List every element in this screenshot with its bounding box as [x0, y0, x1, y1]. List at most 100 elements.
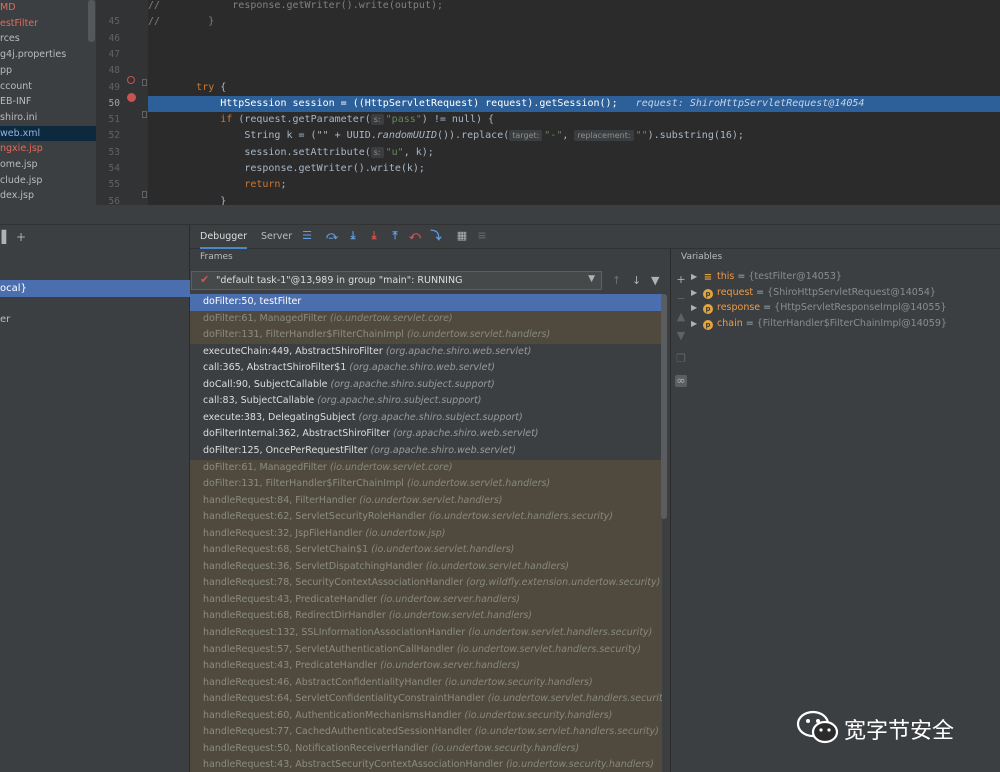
- stack-frame[interactable]: handleRequest:46, AbstractConfidentialit…: [190, 674, 662, 692]
- drop-frame-icon[interactable]: ⤺: [408, 229, 422, 243]
- fold-marker-icon[interactable]: [142, 79, 147, 86]
- fold-marker-icon[interactable]: [142, 191, 147, 198]
- code-line[interactable]: session.setAttribute(s: "u", k);: [148, 145, 1000, 161]
- layout-icon[interactable]: ☰: [300, 229, 314, 243]
- service-item[interactable]: er: [0, 314, 10, 325]
- stack-frame[interactable]: doFilter:131, FilterHandler$FilterChainI…: [190, 476, 662, 493]
- step-into-icon[interactable]: ⤓: [346, 229, 360, 243]
- code-line[interactable]: // response.getWriter().write(output);: [148, 0, 1000, 14]
- stack-frame[interactable]: handleRequest:57, ServletAuthenticationC…: [190, 641, 662, 659]
- add-icon[interactable]: +: [16, 230, 26, 244]
- project-tree-item[interactable]: estFilter: [0, 16, 38, 31]
- stack-frame[interactable]: handleRequest:84, FilterHandler (io.unde…: [190, 492, 662, 510]
- stack-frame[interactable]: handleRequest:64, ServletConfidentiality…: [190, 691, 662, 708]
- project-tree-item[interactable]: g4j.properties: [0, 47, 66, 62]
- stack-frame[interactable]: doCall:90, SubjectCallable (org.apache.s…: [190, 376, 662, 394]
- project-tree-item[interactable]: shiro.ini: [0, 110, 37, 125]
- code-line[interactable]: try {: [148, 80, 1000, 96]
- arrow-up-icon[interactable]: ↑: [612, 274, 621, 287]
- code-line[interactable]: }: [148, 194, 1000, 205]
- code-line-current[interactable]: HttpSession session = ((HttpServletReque…: [148, 95, 1000, 112]
- expand-arrow-icon[interactable]: ▶: [691, 285, 703, 301]
- code-line[interactable]: [148, 47, 1000, 63]
- stack-frame[interactable]: doFilter:50, testFilter: [190, 294, 662, 311]
- step-over-icon[interactable]: ⤼: [325, 229, 339, 243]
- project-tree-item[interactable]: dex.jsp: [0, 188, 34, 203]
- expand-arrow-icon[interactable]: ▶: [691, 300, 703, 316]
- stack-frame[interactable]: doFilter:61, ManagedFilter (io.undertow.…: [190, 459, 662, 476]
- expand-arrow-icon[interactable]: ▶: [691, 269, 703, 285]
- code-line[interactable]: [148, 63, 1000, 79]
- stack-frame[interactable]: handleRequest:43, PredicateHandler (io.u…: [190, 658, 662, 675]
- copy-icon[interactable]: ❐: [675, 353, 687, 365]
- stack-frame[interactable]: handleRequest:32, JspFileHandler (io.und…: [190, 525, 662, 543]
- code-line[interactable]: String k = ("" + UUID.randomUUID()).repl…: [148, 128, 1000, 144]
- stack-frame[interactable]: doFilterInternal:362, AbstractShiroFilte…: [190, 426, 662, 443]
- stack-frame[interactable]: executeChain:449, AbstractShiroFilter (o…: [190, 343, 662, 361]
- project-tree-item[interactable]: pp: [0, 63, 12, 78]
- stack-frame[interactable]: handleRequest:50, NotificationReceiverHa…: [190, 740, 662, 758]
- tool-window-divider[interactable]: [0, 205, 1000, 225]
- code-line[interactable]: if (request.getParameter(s: "pass") != nu…: [148, 112, 1000, 128]
- tab-debugger[interactable]: Debugger: [200, 225, 248, 249]
- show-watches-icon[interactable]: ∞: [675, 375, 687, 387]
- force-step-into-icon[interactable]: ⤓: [367, 229, 381, 243]
- code-line[interactable]: response.getWriter().write(k);: [148, 161, 1000, 177]
- expand-arrow-icon[interactable]: ▶: [691, 316, 703, 332]
- stack-frame[interactable]: handleRequest:43, PredicateHandler (io.u…: [190, 591, 662, 609]
- move-up-icon[interactable]: ▲: [675, 311, 687, 323]
- stack-frame[interactable]: doFilter:125, OncePerRequestFilter (org.…: [190, 442, 662, 460]
- frame-package: (io.undertow.servlet.handlers.security): [456, 643, 641, 655]
- service-item-selected[interactable]: ocal}: [0, 280, 190, 297]
- project-tree-item[interactable]: web.xml: [0, 125, 96, 141]
- run-to-cursor-icon[interactable]: ⤵: [429, 229, 443, 243]
- filter-icon[interactable]: ▼: [651, 274, 659, 287]
- project-tree-scrollbar[interactable]: [88, 0, 95, 42]
- thread-dropdown[interactable]: ✔ "default task-1"@13,989 in group "main…: [191, 271, 602, 290]
- stack-frame[interactable]: handleRequest:132, SSLInformationAssocia…: [190, 625, 662, 642]
- code-line[interactable]: // }: [148, 14, 1000, 30]
- variable-row[interactable]: ▶ ≡ this = {testFilter@14053}: [691, 269, 842, 285]
- remove-watch-icon[interactable]: −: [675, 293, 687, 305]
- variable-row[interactable]: ▶ p response = {HttpServletResponseImpl@14…: [691, 300, 947, 316]
- stack-frame[interactable]: doFilter:131, FilterHandler$FilterChainI…: [190, 327, 662, 344]
- frame-method: doFilter:50, testFilter: [203, 296, 302, 307]
- stack-frame[interactable]: execute:383, DelegatingSubject (org.apac…: [190, 409, 662, 427]
- fold-marker-icon[interactable]: [142, 111, 147, 118]
- move-down-icon[interactable]: ▼: [675, 330, 687, 342]
- project-tree-item[interactable]: MD: [0, 0, 16, 15]
- active-breakpoint-icon[interactable]: [127, 93, 136, 102]
- trace-icon[interactable]: ≡: [475, 229, 489, 243]
- stack-frame[interactable]: handleRequest:68, ServletChain$1 (io.und…: [190, 542, 662, 559]
- code-text: response.getWriter().write(k);: [148, 163, 425, 174]
- variable-row[interactable]: ▶ p chain = {FilterHandler$FilterChainImpl…: [691, 316, 947, 332]
- add-watch-icon[interactable]: +: [675, 274, 687, 286]
- tab-server[interactable]: Server: [261, 225, 292, 249]
- stack-frame[interactable]: handleRequest:78, SecurityContextAssocia…: [190, 575, 662, 592]
- stack-frame[interactable]: handleRequest:43, AbstractSecurityContex…: [190, 757, 662, 772]
- evaluate-expression-icon[interactable]: ▦: [455, 229, 469, 243]
- stack-frame[interactable]: handleRequest:62, ServletSecurityRoleHan…: [190, 509, 662, 526]
- stack-frame[interactable]: doFilter:61, ManagedFilter (io.undertow.…: [190, 310, 662, 328]
- code-line[interactable]: [148, 31, 1000, 47]
- stack-frame[interactable]: handleRequest:36, ServletDispatchingHand…: [190, 558, 662, 576]
- project-tree-item[interactable]: ccount: [0, 79, 32, 94]
- project-tree-item[interactable]: ome.jsp: [0, 157, 38, 172]
- frames-scrollbar[interactable]: [661, 294, 667, 519]
- project-tree-item[interactable]: EB-INF: [0, 94, 31, 109]
- stack-frame[interactable]: call:365, AbstractShiroFilter$1 (org.apa…: [190, 360, 662, 377]
- stack-frame[interactable]: call:83, SubjectCallable (org.apache.shi…: [190, 393, 662, 410]
- stack-frame[interactable]: handleRequest:68, RedirectDirHandler (io…: [190, 608, 662, 625]
- arrow-down-icon[interactable]: ↓: [632, 274, 641, 287]
- code-line[interactable]: return;: [148, 177, 1000, 193]
- project-tree-item[interactable]: clude.jsp: [0, 173, 42, 188]
- project-tree-item[interactable]: ngxie.jsp: [0, 141, 43, 156]
- project-tree-item[interactable]: rces: [0, 31, 20, 46]
- stack-frame[interactable]: handleRequest:60, AuthenticationMechanis…: [190, 707, 662, 725]
- collapse-icon[interactable]: ▐: [0, 230, 6, 244]
- breakpoint-icon[interactable]: [127, 76, 135, 84]
- step-out-icon[interactable]: ⤒: [388, 229, 402, 243]
- code-editor[interactable]: 45 46 47 48 49 50 51 52 53 54 55 56 // response.get…: [96, 0, 1000, 205]
- stack-frame[interactable]: handleRequest:77, CachedAuthenticatedSes…: [190, 724, 662, 741]
- variable-row[interactable]: ▶ p request = {ShiroHttpServletRequest@140…: [691, 285, 936, 301]
